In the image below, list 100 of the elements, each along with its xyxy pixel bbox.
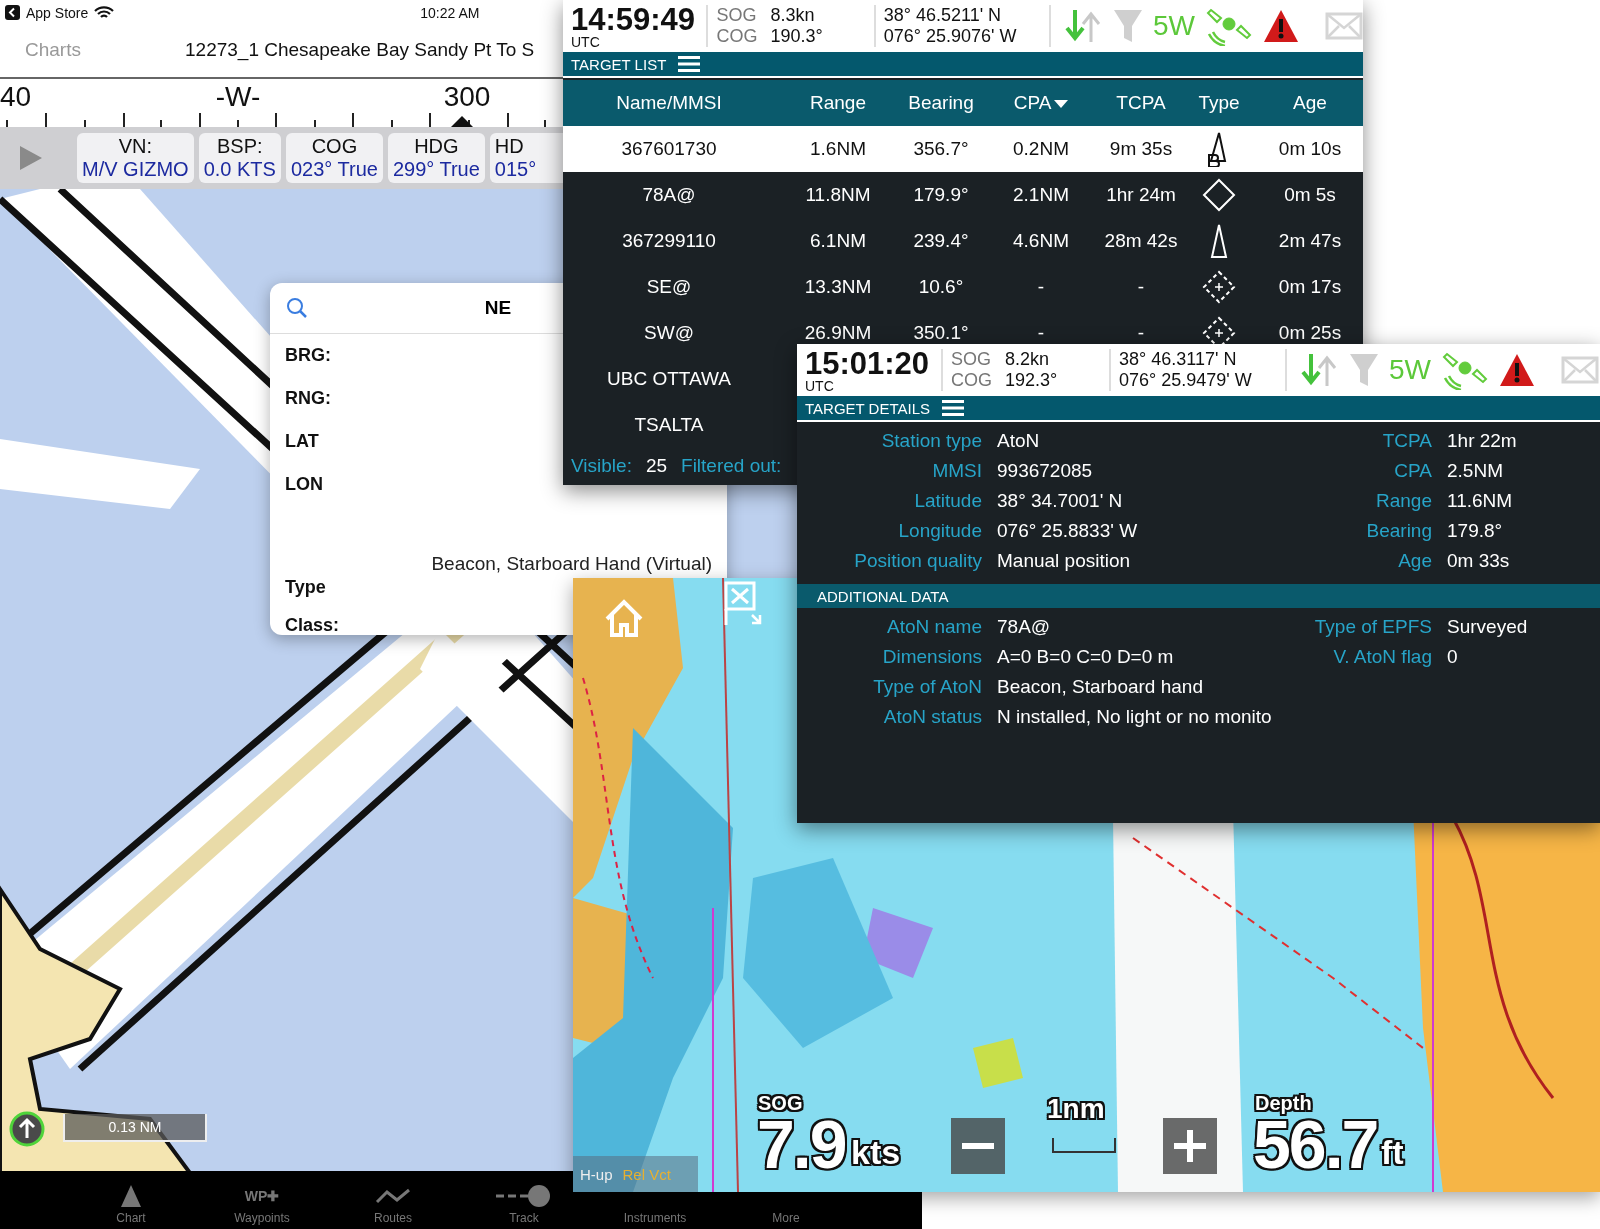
play-icon[interactable]: [18, 144, 44, 172]
instrument-tile[interactable]: HD 015°: [489, 133, 563, 183]
table-cell-text: 1hr 24m: [1105, 184, 1177, 206]
field-value: N installed, No light or no monito: [997, 706, 1273, 728]
table-cell-text: -: [1136, 322, 1146, 344]
table-cell-text: 350.1°: [912, 322, 970, 344]
sog-label: SOG: [951, 349, 992, 370]
field-label: Longitude: [897, 520, 982, 542]
table-cell-text: 28m 42s: [1103, 230, 1179, 252]
table-cell-text: 239.4°: [912, 230, 970, 252]
field-value: 0m 33s: [1447, 550, 1511, 572]
plus-icon: [1174, 1130, 1206, 1162]
status-time: 10:22 AM: [420, 4, 480, 21]
table-cell-text: 2.1NM: [1012, 184, 1070, 206]
instrument-value: 015°: [494, 158, 537, 181]
warning-icon[interactable]: [1499, 353, 1535, 387]
tab[interactable]: Instruments: [607, 1205, 703, 1229]
table-cell-text: 0m 25s: [1277, 322, 1343, 344]
target-row[interactable]: 78A@ 11.8NM 179.9° 2.1NM 1hr 24m 0m 5s: [563, 172, 1363, 218]
instrument-value: 0.0 KTS: [203, 158, 276, 181]
field-value: A=0 B=0 C=0 D=0 m: [997, 646, 1175, 668]
sog-value: 8.2kn: [1005, 349, 1050, 370]
satellite-icon[interactable]: [1205, 6, 1253, 46]
instrument-tile[interactable]: HDG 299° True: [387, 133, 485, 183]
instrument-label: HD: [494, 135, 524, 158]
clock-time: 14:59:49: [571, 3, 697, 35]
table-cell-text: 0m 10s: [1277, 138, 1343, 160]
warning-icon[interactable]: [1263, 9, 1299, 43]
minus-icon: [962, 1143, 994, 1149]
column-header[interactable]: Type: [1181, 92, 1257, 114]
heading-label: -W-: [215, 81, 261, 113]
field-label: CPA: [1393, 460, 1432, 482]
back-icon[interactable]: [5, 5, 20, 20]
time-zone: UTC: [571, 34, 601, 49]
menu-icon[interactable]: [678, 56, 701, 72]
chart-triangle-icon: [120, 1184, 142, 1208]
table-cell-text: 356.7°: [912, 138, 970, 160]
column-header[interactable]: Bearing: [901, 92, 981, 114]
table-cell-text: 2m 47s: [1277, 230, 1343, 252]
target-row[interactable]: 367601730 1.6NM 356.7° 0.2NM 9m 35s 0m 10s: [563, 126, 1363, 172]
instrument-tile[interactable]: VN: M/V GIZMO: [77, 133, 194, 183]
zoom-out-button[interactable]: [951, 1118, 1005, 1174]
table-cell-text: 9m 35s: [1108, 138, 1174, 160]
instrument-value: 023° True: [290, 158, 378, 181]
cog-value: 190.3°: [770, 26, 823, 47]
sort-caret-icon: [1054, 100, 1069, 108]
heading-label: 40: [0, 81, 32, 113]
gps-status: 5W: [1153, 10, 1195, 42]
table-cell-text: -: [1036, 276, 1046, 298]
field-value: 1hr 22m: [1447, 430, 1518, 452]
field-value: AtoN: [997, 430, 1041, 452]
satellite-icon[interactable]: [1441, 350, 1489, 390]
back-app-label[interactable]: App Store: [26, 4, 89, 21]
table-cell-text: 179.9°: [912, 184, 970, 206]
field-label: Latitude: [913, 490, 982, 512]
cog-value: 192.3°: [1005, 370, 1058, 391]
field-value: 0: [1447, 646, 1459, 668]
column-header[interactable]: CPA: [981, 92, 1101, 114]
wifi-icon: [94, 5, 115, 20]
instrument-value: 299° True: [392, 158, 480, 181]
zoom-in-button[interactable]: [1163, 1118, 1217, 1174]
field-label: Age: [1397, 550, 1432, 572]
table-cell-text: -: [1136, 276, 1146, 298]
table-cell-text: 4.6NM: [1012, 230, 1070, 252]
instrument-tile[interactable]: BSP: 0.0 KTS: [198, 133, 281, 183]
table-cell-text: 0m 5s: [1283, 184, 1337, 206]
cog-label: COG: [716, 26, 759, 47]
chart-title: 12273_1 Chesapeake Bay Sandy Pt To S: [185, 39, 535, 61]
column-header[interactable]: TCPA: [1101, 92, 1181, 114]
tab[interactable]: Track: [476, 1171, 572, 1229]
table-cell-text: 0.2NM: [1012, 138, 1070, 160]
scale-label: 1nm: [1047, 1093, 1105, 1125]
column-header[interactable]: Name/MMSI: [563, 92, 775, 114]
sog-label: SOG: [716, 5, 758, 26]
longitude-value: 076° 25.9479' W: [1119, 370, 1253, 391]
tab[interactable]: WP✚ Waypoints: [214, 1171, 310, 1229]
field-label: Bearing: [1365, 520, 1432, 542]
sog-value: 8.3kn: [770, 5, 815, 26]
tab[interactable]: Routes: [345, 1171, 441, 1229]
depth-unit: ft: [1381, 1133, 1404, 1172]
instrument-tile[interactable]: COG 023° True: [285, 133, 383, 183]
route-line-icon: [375, 1188, 411, 1204]
table-cell-text: 0m 17s: [1277, 276, 1343, 298]
tab[interactable]: More: [738, 1205, 834, 1229]
scale-bracket-icon: [1051, 1138, 1117, 1154]
column-header[interactable]: Range: [775, 92, 901, 114]
instrument-label: VN:: [118, 135, 152, 158]
instrument-label: BSP:: [217, 135, 263, 158]
heading-label: 300: [443, 81, 491, 113]
panel-title: TARGET LIST: [571, 55, 667, 73]
gps-status: 5W: [1389, 354, 1431, 386]
column-header[interactable]: Age: [1257, 92, 1363, 114]
tab[interactable]: Chart: [83, 1171, 179, 1229]
field-value: 38° 34.7001' N: [997, 490, 1124, 512]
latitude-value: 38° 46.5211' N: [883, 5, 1003, 26]
latitude-value: 38° 46.3117' N: [1119, 349, 1238, 370]
instrument-value: M/V GIZMO: [82, 158, 189, 181]
longitude-value: 076° 25.9076' W: [883, 26, 1018, 47]
table-cell-text: 1.6NM: [809, 138, 867, 160]
menu-icon[interactable]: [942, 400, 965, 416]
